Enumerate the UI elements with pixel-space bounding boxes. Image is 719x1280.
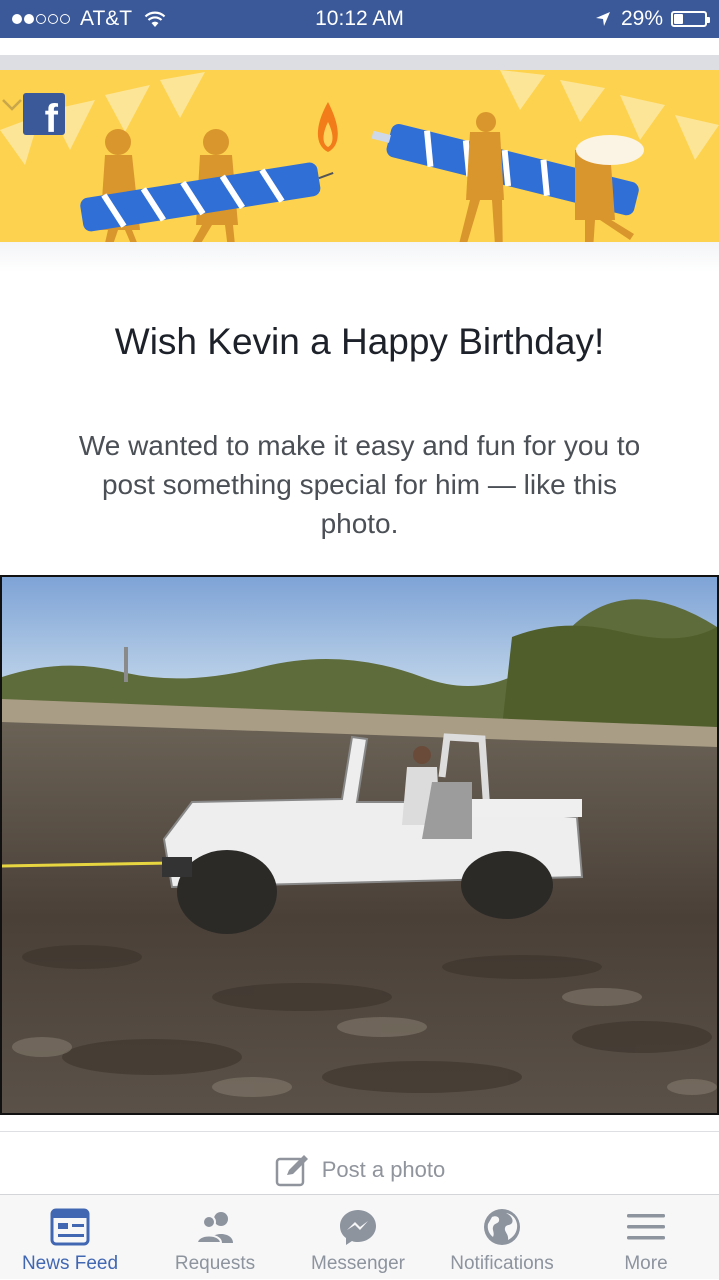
tab-label: News Feed	[21, 1253, 119, 1274]
post-a-photo-label: Post a photo	[321, 1157, 446, 1182]
tab-label: Messenger	[311, 1253, 405, 1274]
banner-floor	[0, 242, 719, 272]
facebook-logo-letter: f	[44, 97, 58, 141]
tab-label: Notifications	[450, 1253, 554, 1274]
status-bar: AT&T 10:12 AM 29%	[0, 0, 719, 38]
requests-icon	[195, 1212, 233, 1244]
tab-label: More	[624, 1253, 668, 1274]
chevron-down-icon[interactable]	[0, 95, 24, 115]
birthday-illustration	[0, 70, 719, 242]
birthday-headline: Wish Kevin a Happy Birthday!	[114, 321, 605, 362]
tab-news-feed[interactable]: News Feed	[0, 1195, 140, 1280]
menu-icon	[627, 1214, 665, 1240]
battery-fill	[674, 14, 683, 24]
birthday-subtext: We wanted to make it easy and fun for yo…	[78, 430, 641, 539]
notifications-globe-icon	[484, 1209, 520, 1245]
action-divider	[0, 1131, 719, 1132]
tab-notifications[interactable]: Notifications	[432, 1195, 572, 1280]
top-spacer	[0, 38, 719, 55]
bottom-tab-bar: News Feed Requests Messenger Notificatio…	[0, 1194, 719, 1279]
location-arrow-icon	[595, 12, 610, 26]
tab-label: Requests	[174, 1253, 256, 1274]
jeep-in-mud-photo[interactable]	[0, 575, 719, 1115]
battery-tip	[707, 17, 710, 23]
compose-icon	[275, 1155, 308, 1187]
post-a-photo-button[interactable]: Post a photo	[0, 1150, 719, 1190]
news-feed-icon	[50, 1208, 90, 1246]
tab-messenger[interactable]: Messenger	[288, 1195, 428, 1280]
messenger-icon	[340, 1210, 376, 1245]
tab-requests[interactable]: Requests	[145, 1195, 285, 1280]
battery-percentage: 29%	[620, 7, 663, 30]
facebook-logo-icon: f	[23, 93, 65, 139]
photo-image	[2, 577, 717, 1113]
status-right: 29%	[595, 7, 710, 31]
feed-separator	[0, 55, 719, 70]
birthday-banner-illustration: f	[0, 70, 719, 242]
tab-more[interactable]: More	[576, 1195, 716, 1280]
battery-icon	[671, 11, 710, 27]
